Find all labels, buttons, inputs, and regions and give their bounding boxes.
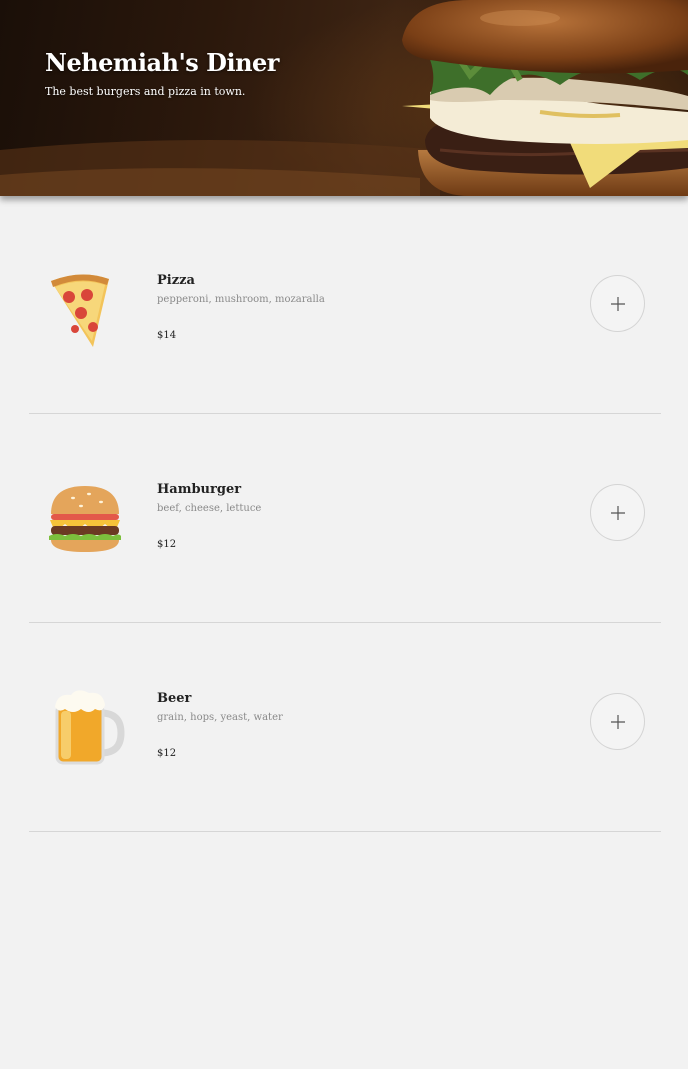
hero-burger-image: [0, 0, 688, 196]
menu-item-beer: Beer grain, hops, yeast, water $12: [29, 623, 661, 832]
hamburger-icon: [49, 486, 121, 552]
page-subtitle: The best burgers and pizza in town.: [45, 85, 246, 98]
item-price: $12: [157, 748, 177, 759]
page-title: Nehemiah's Diner: [45, 48, 279, 77]
item-price: $12: [157, 539, 177, 550]
item-price: $14: [157, 330, 177, 341]
menu-item-pizza: Pizza pepperoni, mushroom, mozaralla $14: [29, 205, 661, 414]
menu-list: Pizza pepperoni, mushroom, mozaralla $14…: [29, 205, 661, 832]
item-name: Hamburger: [157, 482, 242, 497]
item-name: Pizza: [157, 273, 195, 288]
add-beer-button[interactable]: [590, 693, 645, 750]
beer-icon: [55, 690, 125, 765]
item-description: pepperoni, mushroom, mozaralla: [157, 294, 325, 305]
plus-icon: [610, 296, 625, 311]
pizza-icon: [51, 274, 109, 347]
item-description: grain, hops, yeast, water: [157, 712, 283, 723]
plus-icon: [610, 505, 625, 520]
add-hamburger-button[interactable]: [590, 484, 645, 541]
menu-item-hamburger: Hamburger beef, cheese, lettuce $12: [29, 414, 661, 623]
item-name: Beer: [157, 691, 192, 706]
plus-icon: [610, 714, 625, 729]
item-description: beef, cheese, lettuce: [157, 503, 262, 514]
hero-banner: Nehemiah's Diner The best burgers and pi…: [0, 0, 688, 196]
add-pizza-button[interactable]: [590, 275, 645, 332]
